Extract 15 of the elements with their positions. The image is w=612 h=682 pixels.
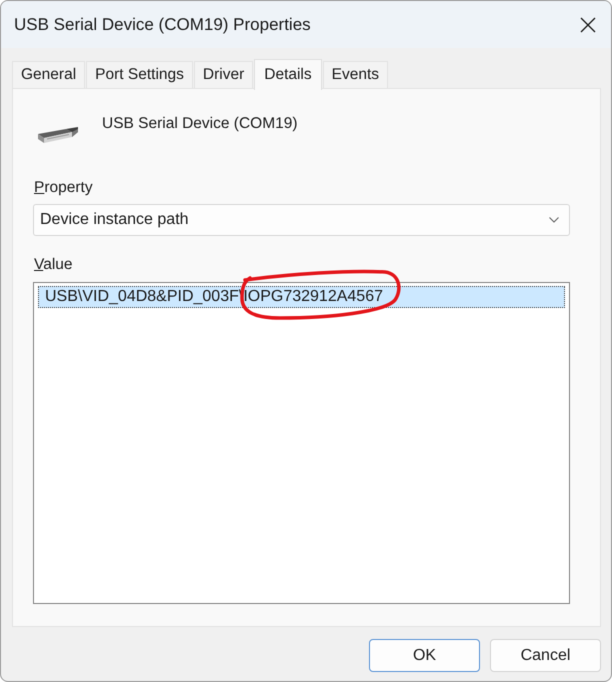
close-button[interactable] xyxy=(580,16,596,32)
window-title: USB Serial Device (COM19) Properties xyxy=(14,14,311,36)
tab[interactable]: Port Settings xyxy=(86,61,193,88)
property-dropdown[interactable]: Device instance path xyxy=(33,204,570,236)
tab[interactable]: Events xyxy=(322,61,388,88)
field-label: Value xyxy=(34,255,73,275)
tab[interactable]: Details xyxy=(254,59,322,90)
chevron-icon xyxy=(549,217,559,223)
device-name: USB Serial Device (COM19) xyxy=(102,114,298,134)
dialog-button[interactable]: OK xyxy=(369,639,480,672)
close-icon xyxy=(580,16,596,32)
tab[interactable]: Driver xyxy=(194,61,254,88)
field-label: Property xyxy=(34,178,93,198)
dialog-button[interactable]: Cancel xyxy=(490,639,601,672)
tab[interactable]: General xyxy=(12,61,86,88)
